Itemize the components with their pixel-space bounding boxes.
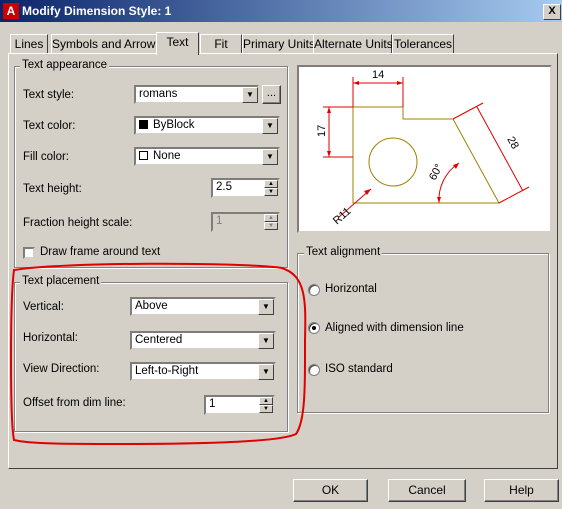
red-annotation-outline (10, 262, 307, 446)
cancel-button[interactable]: Cancel (388, 479, 466, 502)
ok-button[interactable]: OK (293, 479, 368, 502)
tab-text[interactable]: Text (156, 32, 199, 55)
help-button[interactable]: Help (484, 479, 559, 502)
